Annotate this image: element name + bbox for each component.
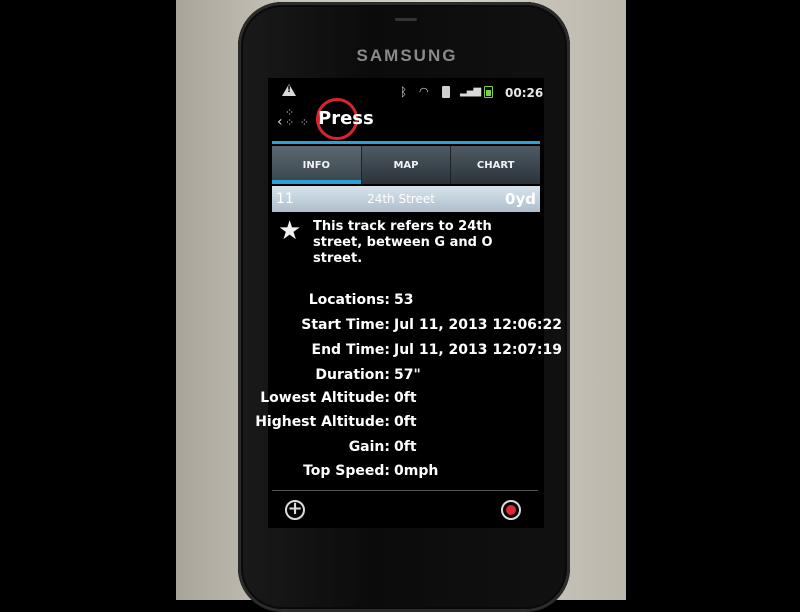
earpiece-speaker <box>395 18 417 21</box>
stat-highest-altitude: Highest Altitude: <box>255 414 390 434</box>
tab-chart[interactable]: CHART <box>451 146 541 184</box>
title-divider <box>272 141 540 144</box>
stat-gain: Gain: <box>270 439 390 459</box>
track-header-row: 11 24th Street 0yd <box>272 186 540 212</box>
stat-label: Start Time: <box>301 317 390 333</box>
stat-value: 0mph <box>394 463 439 479</box>
stat-label: Duration: <box>315 367 390 383</box>
tab-map[interactable]: MAP <box>361 146 452 184</box>
bottom-divider <box>272 490 538 491</box>
app-paw-icon[interactable]: ⁘ ⁘ ⁘ <box>285 107 310 128</box>
stat-value-wrap: 0mph <box>390 463 490 483</box>
star-icon[interactable]: ★ <box>278 218 301 244</box>
track-description: This track refers to 24th street, betwee… <box>313 219 493 266</box>
track-name: 24th Street <box>367 192 435 206</box>
app-title[interactable]: Press <box>318 108 374 129</box>
stat-top-speed: Top Speed: <box>270 463 390 483</box>
signal-icon: ▂▄▆ <box>460 86 481 97</box>
device-brand: SAMSUNG <box>356 46 458 65</box>
track-distance: 0yd <box>505 190 536 208</box>
stat-value-wrap: Jul 11, 2013 12:06:22 <box>390 317 562 337</box>
stat-label: Gain: <box>348 439 390 455</box>
battery-icon <box>484 86 493 98</box>
stat-value: 0ft <box>394 390 417 406</box>
track-number: 11 <box>276 191 294 207</box>
sim-icon <box>442 86 450 98</box>
stat-value: 53 <box>394 292 414 308</box>
stat-value: 57" <box>394 367 421 383</box>
status-time: 00:26 <box>505 86 544 100</box>
stat-value-wrap: Jul 11, 2013 12:07:19 <box>390 342 562 362</box>
stat-duration: Duration: <box>270 367 390 387</box>
tab-info[interactable]: INFO <box>272 146 362 184</box>
add-icon[interactable]: + <box>285 500 305 520</box>
stat-label: Locations: <box>308 292 390 308</box>
stat-label: Top Speed: <box>303 463 390 479</box>
stat-lowest-altitude: Lowest Altitude: <box>260 390 390 410</box>
record-icon[interactable] <box>501 500 521 520</box>
tab-bar: INFO MAP CHART <box>272 146 541 184</box>
wifi-icon: ◠ <box>419 85 429 98</box>
stat-value-wrap: 57" <box>390 367 490 387</box>
stat-label: End Time: <box>311 342 390 358</box>
warning-icon <box>282 84 296 96</box>
back-icon[interactable]: ‹ <box>277 114 283 130</box>
bluetooth-icon: ᛒ <box>400 85 408 99</box>
stat-value-wrap: 53 <box>390 292 490 312</box>
stat-locations: Locations: <box>270 292 390 312</box>
stat-label: Lowest Altitude: <box>260 390 390 406</box>
stat-value-wrap: 0ft <box>390 390 490 410</box>
stat-start-time: Start Time: <box>270 317 390 337</box>
stat-value: 0ft <box>394 439 417 455</box>
stat-value: Jul 11, 2013 12:06:22 <box>394 317 563 333</box>
stat-value-wrap: 0ft <box>390 439 490 459</box>
stat-label: Highest Altitude: <box>255 414 390 430</box>
stat-value: 0ft <box>394 414 417 430</box>
stat-value: Jul 11, 2013 12:07:19 <box>394 342 563 358</box>
stat-end-time: End Time: <box>270 342 390 362</box>
stat-value-wrap: 0ft <box>390 414 490 434</box>
